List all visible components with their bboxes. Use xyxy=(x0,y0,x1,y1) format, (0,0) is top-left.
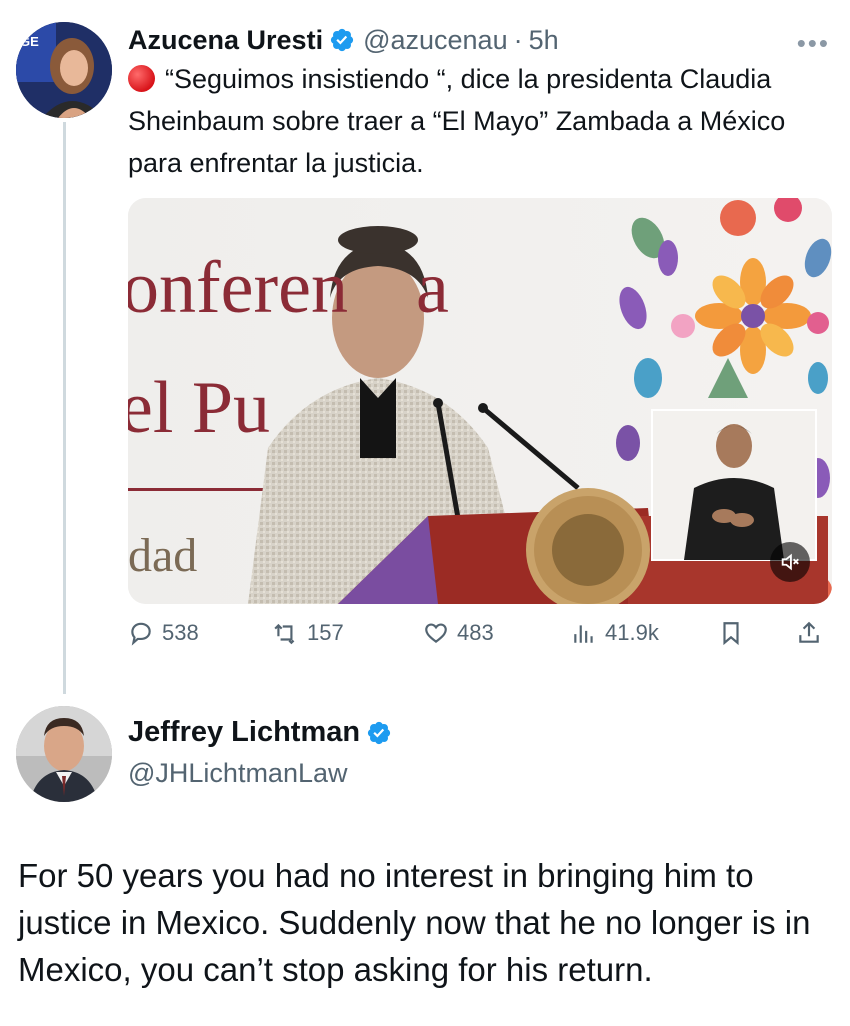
author-name[interactable]: Azucena Uresti xyxy=(128,25,323,56)
reply-count: 538 xyxy=(162,620,199,645)
like-count: 483 xyxy=(457,620,494,645)
share-button[interactable] xyxy=(796,620,830,646)
verified-badge-icon xyxy=(330,28,354,52)
reply-text: For 50 years you had no interest in brin… xyxy=(18,857,811,988)
verified-badge-icon xyxy=(367,721,391,744)
share-icon xyxy=(799,621,819,643)
retweet-button[interactable]: 157 xyxy=(273,620,344,646)
backdrop-text-line3: dad xyxy=(128,529,198,582)
volume-mute-icon[interactable] xyxy=(770,542,810,582)
interpreter-inset xyxy=(651,409,817,561)
retweet-count: 157 xyxy=(307,620,344,645)
tweet-actions-bar: 538 157 483 41.9k xyxy=(128,620,832,654)
reply-header: Jeffrey Lichtman xyxy=(128,716,400,749)
separator-dot: · xyxy=(513,24,523,55)
heart-icon xyxy=(425,623,447,644)
reply-author-handle[interactable]: @JHLichtmanLaw xyxy=(128,758,348,789)
tweet-header: Azucena Uresti @azucenau · 5h xyxy=(128,22,559,58)
bookmark-icon xyxy=(723,622,739,646)
retweet-icon xyxy=(274,623,295,645)
views-chart-icon xyxy=(574,625,593,643)
tweet-timestamp[interactable]: 5h xyxy=(529,25,559,56)
tweet-text: “Seguimos insistiendo “, dice la preside… xyxy=(128,64,786,178)
thread-connector-line xyxy=(63,122,66,694)
author-avatar-jeffrey[interactable] xyxy=(16,706,112,802)
backdrop-text-line1: onferen a xyxy=(128,247,449,329)
author-avatar-azucena[interactable]: GE xyxy=(16,22,112,118)
bookmark-button[interactable] xyxy=(718,620,752,646)
red-circle-emoji-icon xyxy=(128,65,155,92)
tweet-media-image[interactable]: onferen a el Pu dad xyxy=(128,198,832,604)
reply-icon xyxy=(131,622,151,646)
views-button[interactable]: 41.9k xyxy=(571,620,659,646)
reply-button[interactable]: 538 xyxy=(128,620,199,646)
author-handle[interactable]: @azucenau xyxy=(363,25,508,56)
backdrop-text-line2: el Pu xyxy=(128,367,271,449)
tweet-text-block: “Seguimos insistiendo “, dice la preside… xyxy=(128,58,828,184)
reply-author-name[interactable]: Jeffrey Lichtman xyxy=(128,716,360,749)
like-button[interactable]: 483 xyxy=(423,620,494,646)
more-icon[interactable]: ••• xyxy=(797,28,830,59)
avatar-badge-text: GE xyxy=(20,34,39,49)
views-count: 41.9k xyxy=(605,620,659,645)
